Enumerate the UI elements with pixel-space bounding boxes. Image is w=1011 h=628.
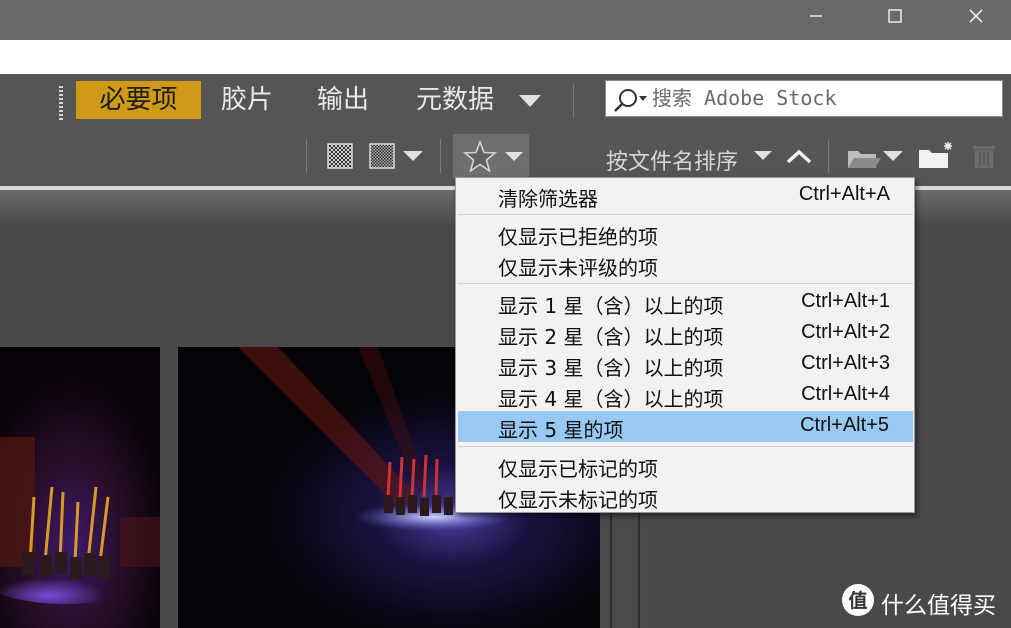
- menu-item-shortcut: Ctrl+Alt+2: [801, 321, 890, 343]
- menu-item-label: 仅显示已拒绝的项: [498, 225, 658, 249]
- quality-icon[interactable]: [327, 143, 353, 169]
- drag-grip[interactable]: [59, 86, 63, 120]
- menu-separator: [458, 214, 913, 215]
- search-icon[interactable]: [611, 87, 651, 113]
- menu-item-show-unlabeled[interactable]: 仅显示未标记的项: [456, 481, 914, 512]
- watermark: 值 什么值得买: [841, 583, 1011, 619]
- separator: [828, 139, 829, 173]
- menu-item-2-star[interactable]: 显示 2 星（含）以上的项 Ctrl+Alt+2: [456, 318, 914, 349]
- svg-text:值: 值: [848, 589, 867, 612]
- menu-item-1-star[interactable]: 显示 1 星（含）以上的项 Ctrl+Alt+1: [456, 287, 914, 318]
- menu-item-label: 仅显示未评级的项: [498, 256, 658, 280]
- chevron-down-icon[interactable]: [518, 94, 542, 108]
- menu-item-5-star[interactable]: 显示 5 星的项 Ctrl+Alt+5: [458, 411, 913, 442]
- menu-item-3-star[interactable]: 显示 3 星（含）以上的项 Ctrl+Alt+3: [456, 349, 914, 380]
- chevron-down-icon[interactable]: [882, 150, 904, 162]
- star-filter-icon[interactable]: [463, 140, 497, 172]
- menu-item-show-labeled[interactable]: 仅显示已标记的项: [456, 450, 914, 481]
- trash-icon[interactable]: [972, 143, 996, 169]
- star-filter-button[interactable]: [453, 134, 529, 178]
- maximize-icon[interactable]: [872, 0, 918, 32]
- thumbnail-image[interactable]: [0, 347, 160, 628]
- menu-item-label: 显示 5 星的项: [498, 418, 624, 442]
- smzdm-logo-icon: 值: [842, 584, 874, 616]
- minimize-icon[interactable]: [793, 0, 839, 32]
- menu-item-shortcut: Ctrl+Alt+A: [798, 183, 890, 205]
- menu-item-shortcut: Ctrl+Alt+1: [801, 290, 890, 312]
- new-folder-icon[interactable]: [917, 140, 955, 170]
- menu-item-label: 显示 4 星（含）以上的项: [498, 387, 724, 411]
- workspace-tab-output[interactable]: 输出: [317, 81, 369, 119]
- menu-item-label: 显示 1 星（含）以上的项: [498, 294, 724, 318]
- search-input[interactable]: [652, 84, 992, 112]
- search-box[interactable]: [605, 80, 1003, 117]
- menu-separator: [458, 283, 913, 284]
- separator: [440, 139, 441, 173]
- separator: [573, 84, 574, 118]
- watermark-text: 什么值得买: [881, 593, 996, 619]
- open-folder-icon[interactable]: [846, 145, 882, 171]
- menu-item-label: 仅显示已标记的项: [498, 457, 658, 481]
- menu-separator: [458, 446, 913, 447]
- thumbnail-quality-icon[interactable]: [369, 143, 395, 169]
- workspace-tab-essentials[interactable]: 必要项: [76, 81, 201, 119]
- menu-item-clear-filter[interactable]: 清除筛选器 Ctrl+Alt+A: [456, 180, 914, 211]
- menu-item-shortcut: Ctrl+Alt+3: [801, 352, 890, 374]
- chevron-down-icon[interactable]: [402, 150, 424, 162]
- menu-bar: [0, 40, 1011, 74]
- separator: [306, 139, 307, 173]
- menu-item-label: 清除筛选器: [498, 187, 598, 211]
- filter-dropdown-menu: 清除筛选器 Ctrl+Alt+A 仅显示已拒绝的项 仅显示未评级的项 显示 1 …: [455, 177, 915, 513]
- menu-item-label: 仅显示未标记的项: [498, 488, 658, 512]
- chevron-down-icon[interactable]: [504, 151, 524, 162]
- sort-ascending-icon[interactable]: [785, 148, 813, 164]
- sort-by-filename[interactable]: 按文件名排序: [606, 144, 738, 176]
- menu-item-show-unrated[interactable]: 仅显示未评级的项: [456, 249, 914, 280]
- window-titlebar: [0, 0, 1011, 40]
- menu-item-shortcut: Ctrl+Alt+5: [800, 414, 889, 436]
- workspace-tab-metadata[interactable]: 元数据: [416, 81, 494, 119]
- workspace-tab-filmstrip[interactable]: 胶片: [221, 81, 273, 119]
- stage-photo-thumbnail: [0, 347, 160, 628]
- menu-item-shortcut: Ctrl+Alt+4: [801, 383, 890, 405]
- menu-item-show-rejected[interactable]: 仅显示已拒绝的项: [456, 218, 914, 249]
- menu-item-label: 显示 2 星（含）以上的项: [498, 325, 724, 349]
- chevron-down-icon[interactable]: [753, 150, 773, 161]
- menu-item-4-star[interactable]: 显示 4 星（含）以上的项 Ctrl+Alt+4: [456, 380, 914, 411]
- close-icon[interactable]: [953, 0, 999, 32]
- menu-item-label: 显示 3 星（含）以上的项: [498, 356, 724, 380]
